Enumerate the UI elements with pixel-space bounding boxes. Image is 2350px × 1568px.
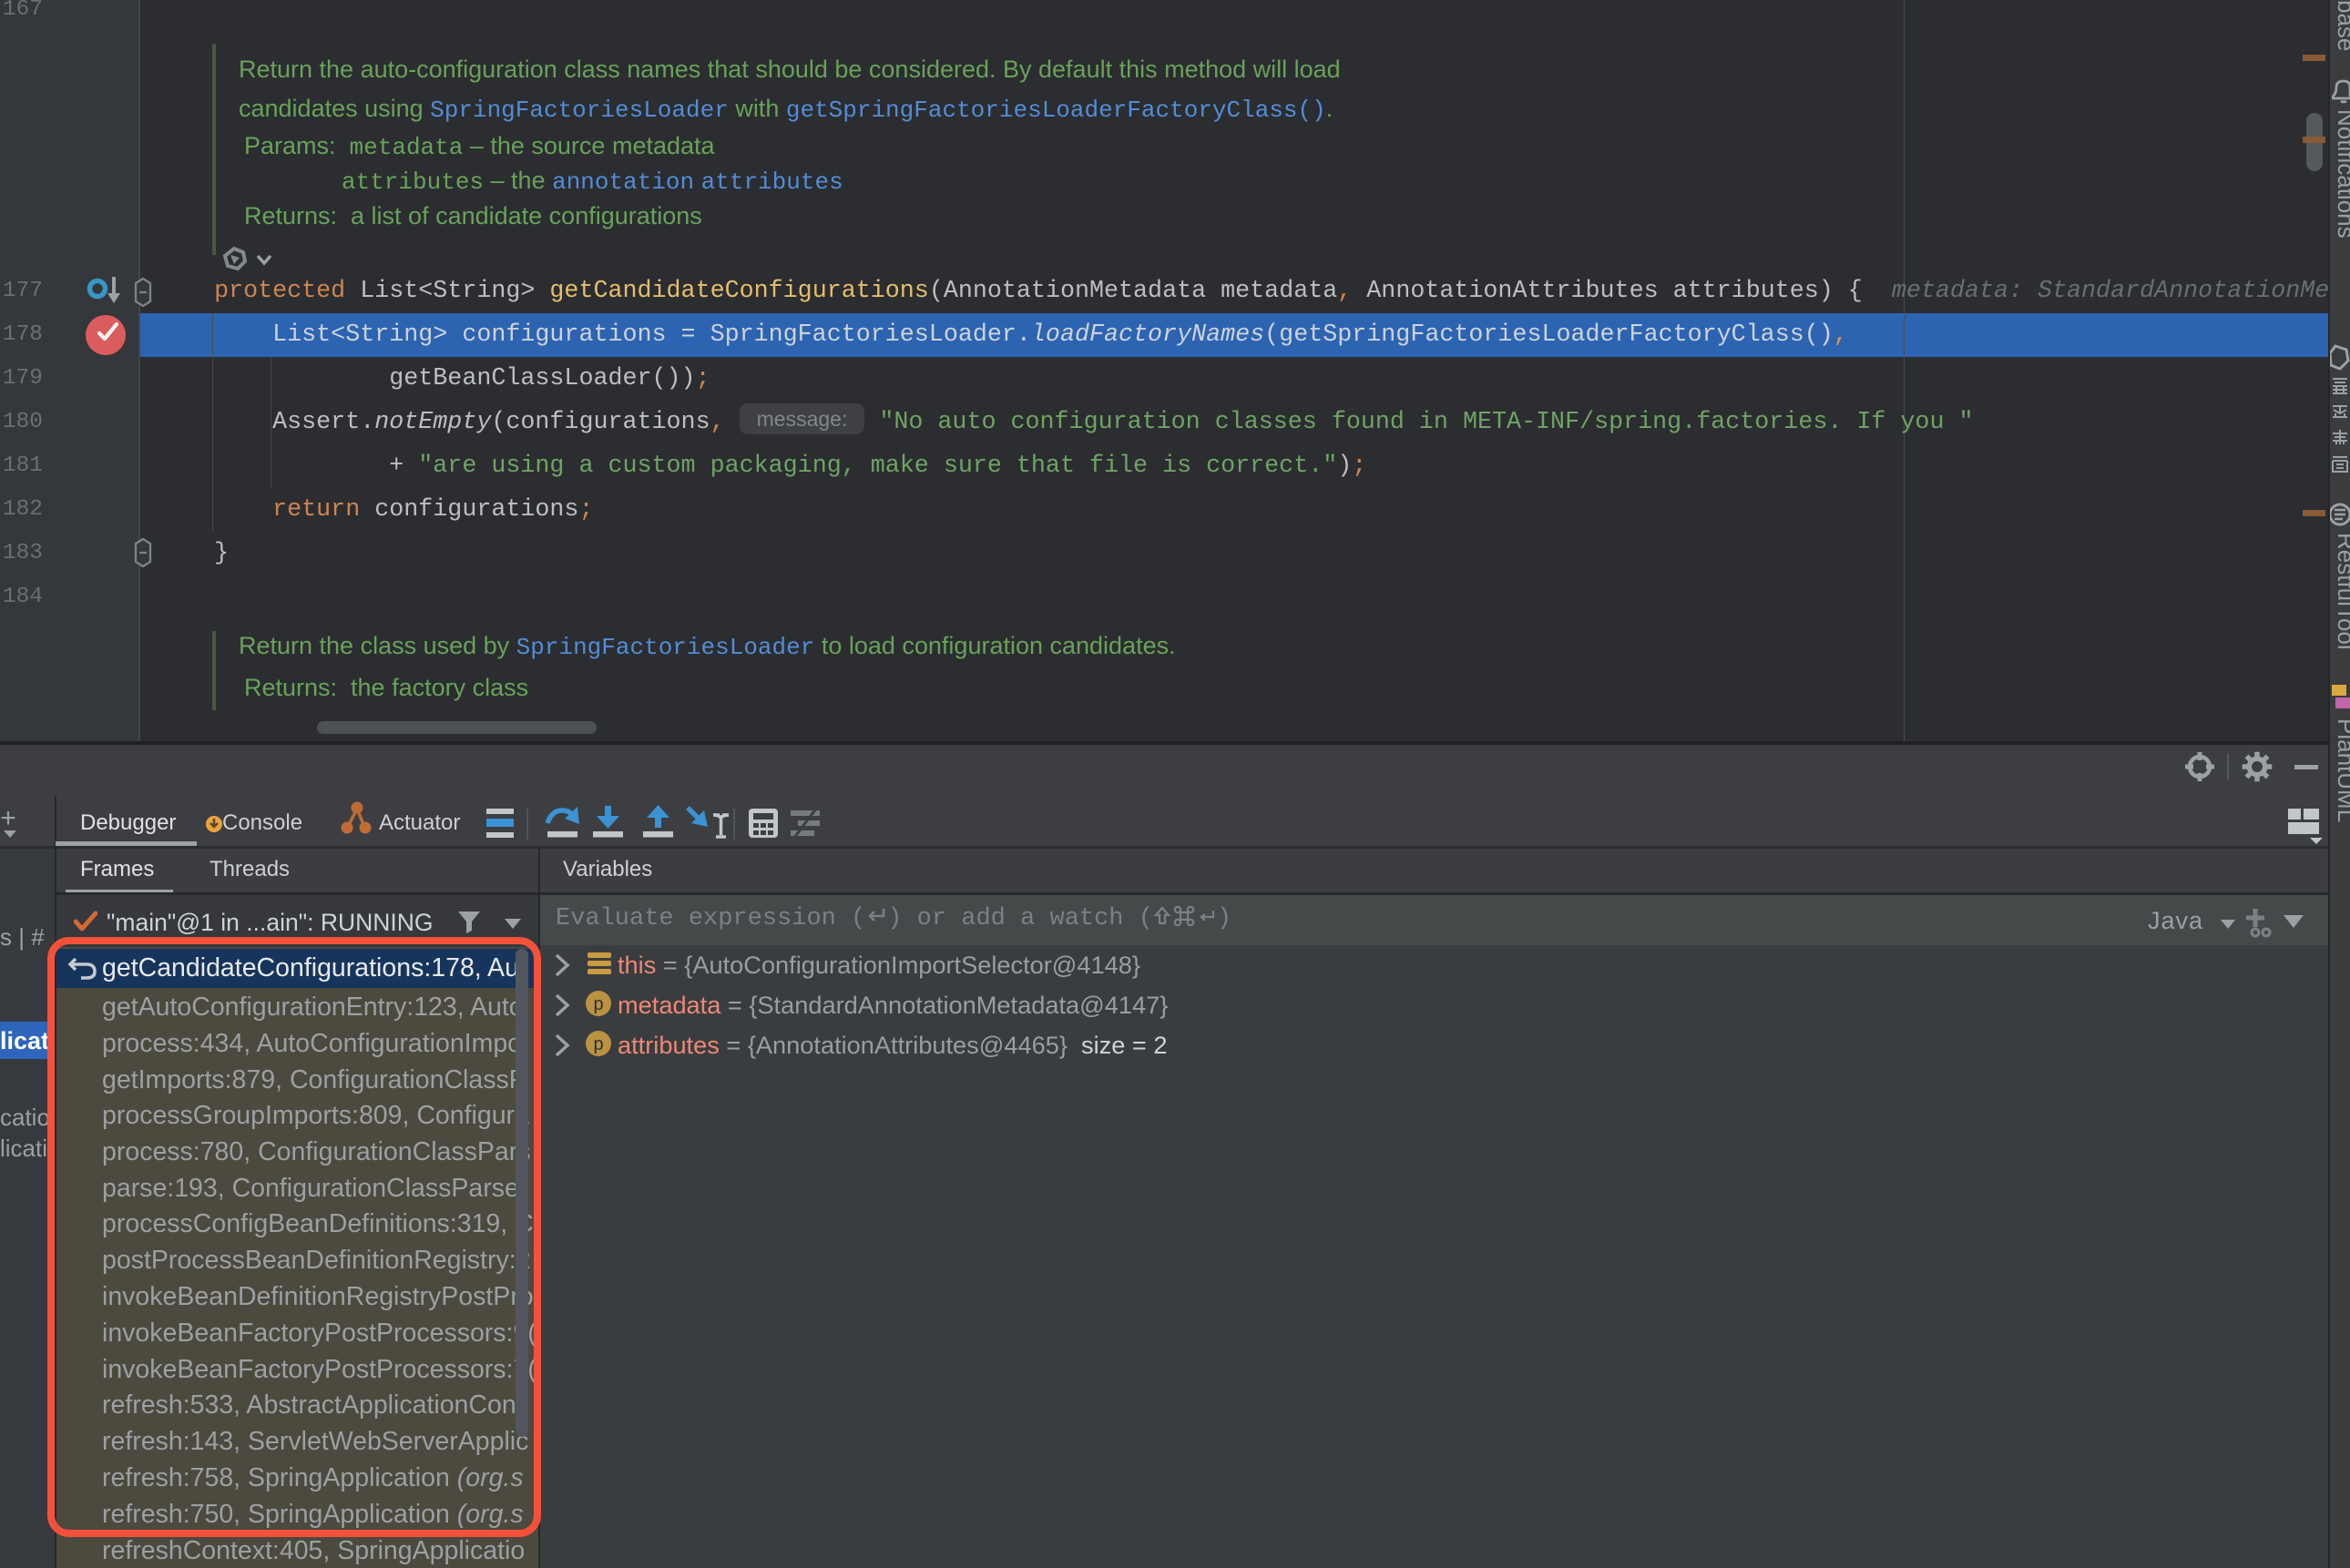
svg-text:p: p bbox=[593, 994, 603, 1014]
svg-text:p: p bbox=[593, 1034, 603, 1054]
